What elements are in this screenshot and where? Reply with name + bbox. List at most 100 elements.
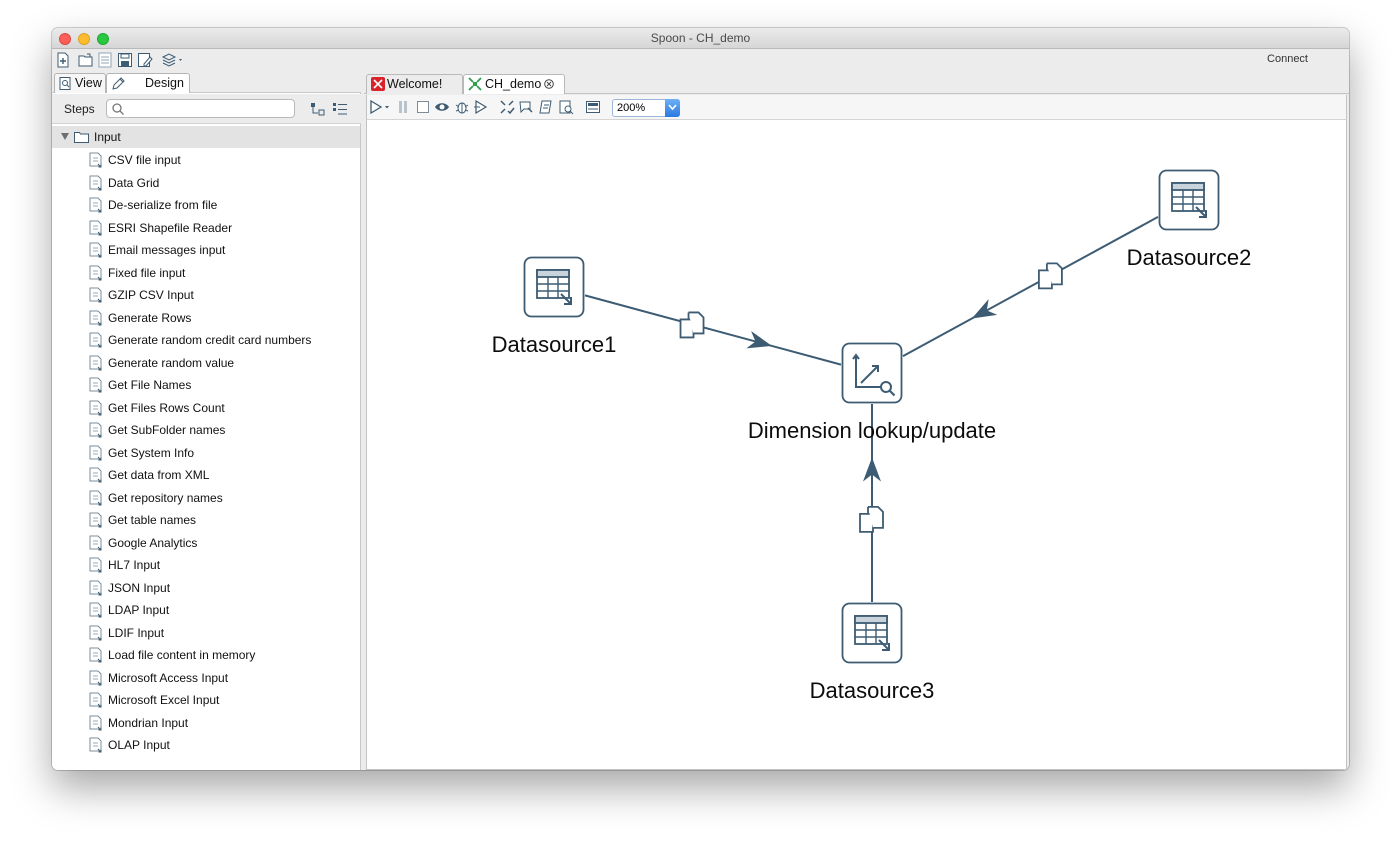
view-icon	[59, 77, 71, 90]
step-item[interactable]: Mondrian Input	[87, 712, 357, 734]
steps-tree[interactable]: Input CSV file input Data Grid De-serializ…	[52, 126, 360, 770]
tab-design[interactable]: Design	[106, 73, 190, 93]
step-item[interactable]: ESRI Shapefile Reader	[87, 217, 357, 239]
step-item[interactable]: HL7 Input	[87, 554, 357, 576]
step-item[interactable]: JSON Input	[87, 577, 357, 599]
step-item[interactable]: GZIP CSV Input	[87, 284, 357, 306]
sql-icon[interactable]	[538, 99, 554, 115]
chevron-down-icon[interactable]	[61, 133, 69, 140]
zoom-select[interactable]: 200%	[612, 99, 680, 117]
copy-rows-icon[interactable]	[858, 505, 886, 533]
step-icon	[89, 175, 102, 190]
pause-icon[interactable]	[397, 99, 409, 115]
step-item[interactable]: Microsoft Excel Input	[87, 689, 357, 711]
step-item[interactable]: Microsoft Access Input	[87, 667, 357, 689]
step-item[interactable]: Generate random credit card numbers	[87, 329, 357, 351]
run-icon[interactable]	[369, 99, 391, 115]
step-label: Fixed file input	[108, 265, 186, 280]
step-item[interactable]: CSV file input	[87, 149, 357, 171]
save-icon[interactable]	[117, 52, 133, 68]
impact-icon[interactable]	[518, 99, 534, 115]
step-label: Get File Names	[108, 378, 192, 392]
step-node-ds3[interactable]	[841, 602, 903, 664]
step-icon	[89, 737, 102, 753]
step-item[interactable]: Fixed file input	[87, 262, 357, 284]
maximize-window-button[interactable]	[97, 33, 109, 45]
close-window-button[interactable]	[59, 33, 71, 45]
step-item[interactable]: Get SubFolder names	[87, 419, 357, 441]
step-label: Email messages input	[108, 243, 226, 257]
step-item[interactable]: Generate random value	[87, 352, 357, 374]
editor-panel: Welcome! CH_demo 200% Datasource1 Dataso…	[364, 72, 1349, 770]
copy-rows-icon[interactable]	[679, 310, 707, 339]
collapse-all-icon[interactable]	[332, 102, 348, 116]
main-toolbar: Connect	[52, 49, 1349, 71]
replay-icon[interactable]	[473, 99, 489, 115]
step-label: Get SubFolder names	[108, 423, 226, 437]
step-icon	[89, 512, 102, 528]
explore-db-icon[interactable]	[558, 99, 574, 115]
node-label-dimension-lookup: Dimension lookup/update	[747, 418, 997, 443]
step-node-ds2[interactable]	[1158, 169, 1220, 231]
preview-icon[interactable]	[434, 99, 450, 115]
step-item[interactable]: Get System Info	[87, 442, 357, 464]
perspective-layers-icon[interactable]	[161, 52, 185, 68]
step-node-dim[interactable]	[841, 342, 903, 404]
step-label: Load file content in memory	[108, 648, 256, 662]
explore-repository-icon[interactable]	[97, 52, 113, 68]
tab-welcome[interactable]: Welcome!	[366, 74, 463, 94]
step-item[interactable]: Email messages input	[87, 239, 357, 261]
step-node-ds1[interactable]	[523, 256, 585, 318]
steps-search-field[interactable]	[106, 99, 295, 118]
tab-ch-demo[interactable]: CH_demo	[463, 74, 565, 94]
connect-button[interactable]: Connect	[1267, 53, 1308, 65]
step-icon	[89, 220, 102, 235]
step-label: HL7 Input	[108, 558, 161, 572]
step-item[interactable]: Load file content in memory	[87, 644, 357, 666]
verify-icon[interactable]	[499, 99, 515, 115]
zoom-dropdown-button[interactable]	[665, 99, 680, 117]
steps-search-input[interactable]	[127, 101, 291, 116]
step-item[interactable]: Get data from XML	[87, 464, 357, 486]
design-panel: View Design Steps Input CSV file input Da…	[52, 72, 361, 770]
category-label: Input	[94, 130, 121, 144]
step-item[interactable]: OLAP Input	[87, 734, 357, 756]
step-item[interactable]: LDIF Input	[87, 622, 357, 644]
close-tab-icon[interactable]	[544, 79, 554, 89]
step-item[interactable]: LDAP Input	[87, 599, 357, 621]
step-label: CSV file input	[108, 153, 181, 167]
step-item[interactable]: Get repository names	[87, 487, 357, 509]
step-item[interactable]: De-serialize from file	[87, 194, 357, 216]
hop-line[interactable]	[902, 216, 1159, 357]
step-label: Get data from XML	[108, 468, 210, 482]
save-as-icon[interactable]	[137, 52, 153, 68]
step-item[interactable]: Get table names	[87, 509, 357, 531]
expand-all-icon[interactable]	[310, 102, 326, 116]
new-file-icon[interactable]	[55, 52, 71, 68]
step-item[interactable]: Google Analytics	[87, 532, 357, 554]
editor-tabs: Welcome! CH_demo	[364, 72, 1349, 94]
step-icon	[89, 242, 102, 258]
transformation-canvas[interactable]: Datasource1 Datasource2 Datasource3 Dime…	[366, 119, 1347, 770]
step-item[interactable]: Generate Rows	[87, 307, 357, 329]
copy-rows-icon[interactable]	[1037, 261, 1065, 290]
step-icon	[89, 265, 102, 280]
tab-view[interactable]: View	[54, 73, 106, 93]
minimize-window-button[interactable]	[78, 33, 90, 45]
step-icon	[89, 692, 102, 708]
stop-icon[interactable]	[416, 99, 430, 115]
step-icon	[89, 332, 102, 348]
step-item[interactable]: Get Files Rows Count	[87, 397, 357, 419]
title-bar[interactable]: Spoon - CH_demo	[52, 28, 1349, 49]
step-label: Mondrian Input	[108, 715, 189, 730]
step-item[interactable]: Get File Names	[87, 374, 357, 396]
debug-icon[interactable]	[454, 99, 470, 115]
category-input[interactable]: Input	[52, 126, 360, 148]
app-window: Spoon - CH_demo Connect View Design Step…	[52, 28, 1349, 770]
step-label: Microsoft Excel Input	[108, 693, 220, 707]
show-results-icon[interactable]	[585, 99, 601, 115]
hop-line[interactable]	[584, 294, 842, 366]
hop-diagram[interactable]	[367, 120, 1346, 769]
open-file-icon[interactable]	[78, 52, 94, 68]
step-item[interactable]: Data Grid	[87, 172, 357, 194]
